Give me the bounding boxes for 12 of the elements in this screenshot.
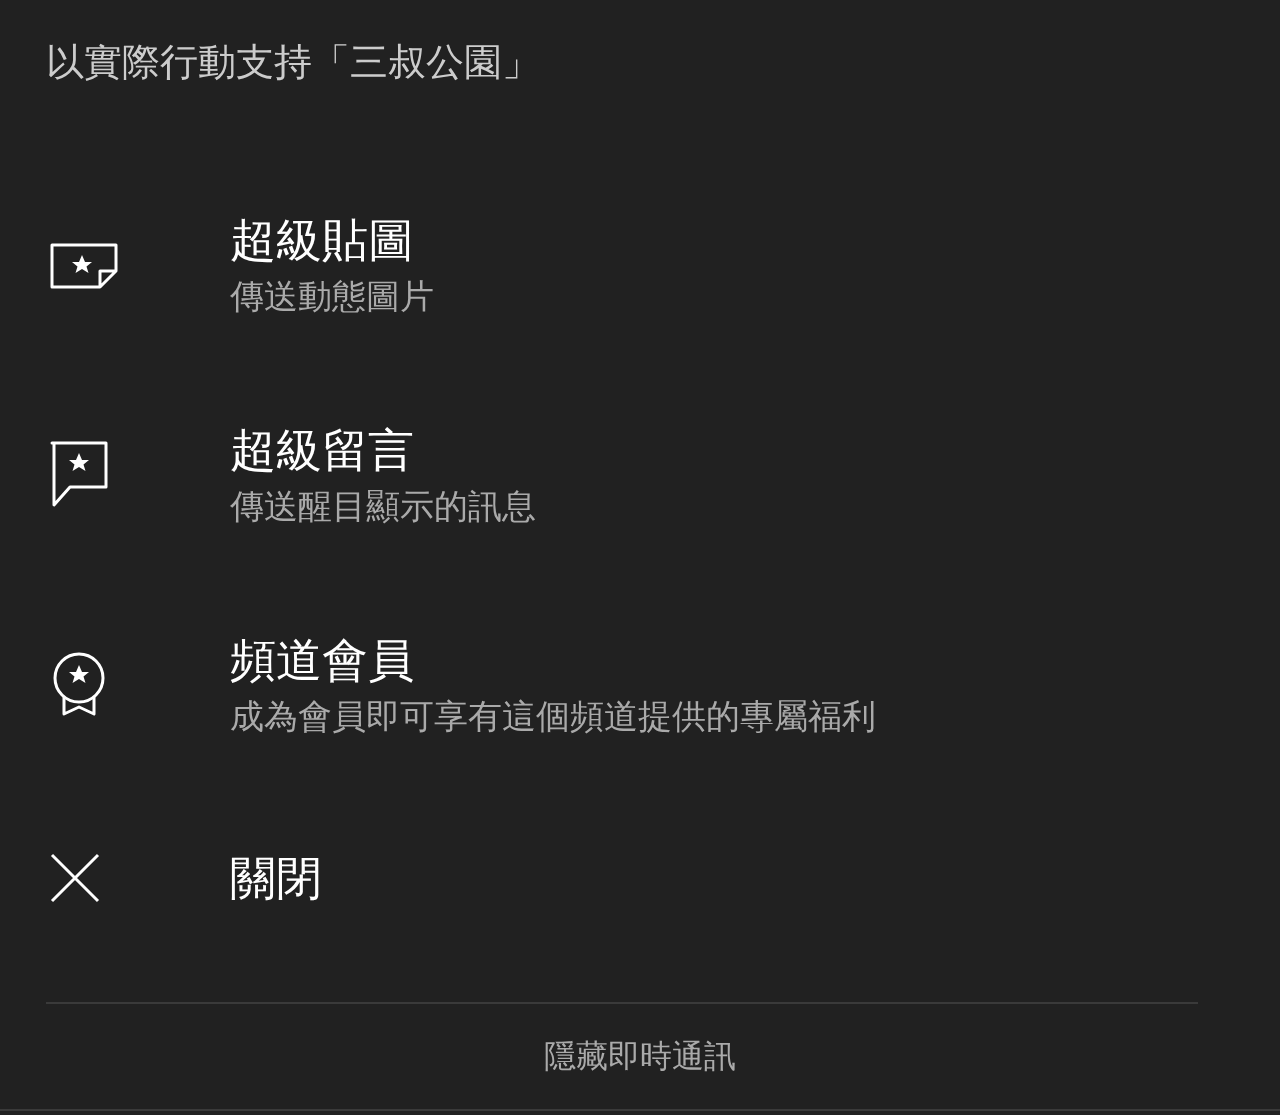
panel-title: 以實際行動支持「三叔公園」 <box>46 40 540 84</box>
option-subtitle: 成為會員即可享有這個頻道提供的專屬福利 <box>230 695 876 738</box>
option-subtitle: 傳送醒目顯示的訊息 <box>230 485 536 528</box>
sticker-icon <box>50 241 118 289</box>
comment-star-icon <box>50 441 108 509</box>
option-title[interactable]: 頻道會員 <box>230 629 414 691</box>
option-title[interactable]: 超級貼圖 <box>230 209 414 271</box>
option-subtitle: 傳送動態圖片 <box>230 275 434 318</box>
close-icon[interactable] <box>50 852 100 903</box>
option-title[interactable]: 關閉 <box>230 846 322 909</box>
option-title[interactable]: 超級留言 <box>230 419 414 481</box>
hide-chat-button[interactable]: 隱藏即時通訊 <box>532 1028 748 1085</box>
